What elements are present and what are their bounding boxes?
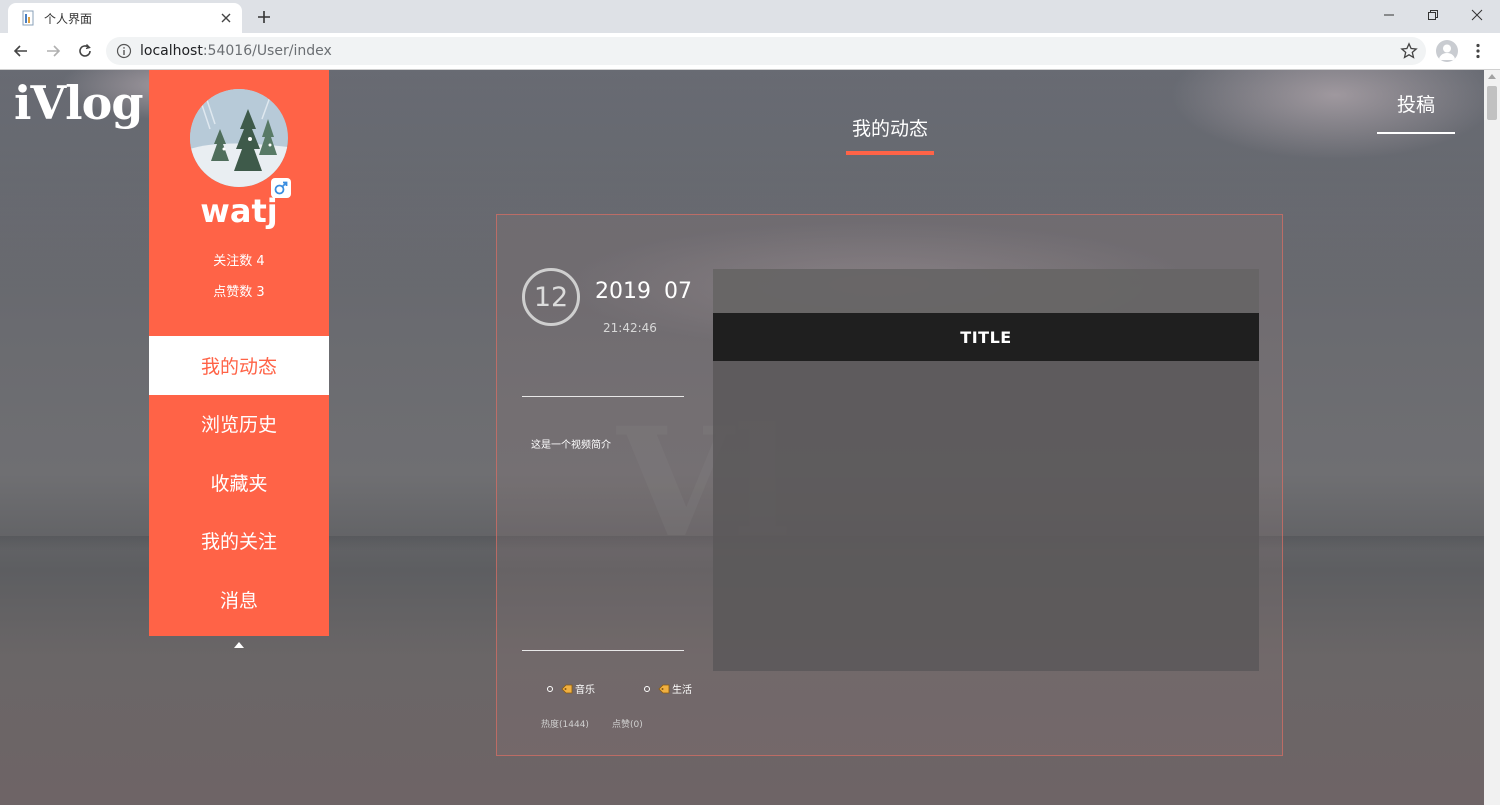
sidebar-item-favorites[interactable]: 收藏夹 bbox=[149, 453, 329, 512]
tag-icon bbox=[658, 684, 670, 694]
tag-label: 生活 bbox=[672, 685, 692, 696]
tab-title: 个人界面 bbox=[44, 11, 93, 26]
url-host: localhost bbox=[140, 43, 203, 59]
avatar[interactable] bbox=[190, 89, 288, 187]
browser-tab-strip: 个人界面 bbox=[0, 0, 1500, 33]
minimize-icon[interactable] bbox=[1366, 0, 1412, 30]
divider bbox=[522, 396, 684, 397]
video-title: TITLE bbox=[713, 313, 1259, 361]
post-time: 21:42:46 bbox=[603, 321, 657, 335]
tag-label: 音乐 bbox=[575, 685, 595, 696]
info-icon[interactable] bbox=[116, 43, 132, 59]
post-likes[interactable]: 点赞(0) bbox=[612, 717, 643, 730]
page-scrollbar[interactable] bbox=[1484, 70, 1500, 805]
profile-sidebar: watj 关注数 4 点赞数 3 我的动态 浏览历史 收藏夹 我的关注 消息 bbox=[149, 70, 329, 636]
document-icon bbox=[20, 10, 36, 26]
close-icon[interactable] bbox=[216, 8, 236, 28]
bookmark-star-icon[interactable] bbox=[1400, 42, 1418, 60]
back-icon[interactable] bbox=[9, 39, 33, 63]
submit-button[interactable]: 投稿 bbox=[1377, 90, 1455, 117]
tag-item[interactable]: 音乐 bbox=[547, 681, 595, 696]
tag-item[interactable]: 生活 bbox=[644, 681, 692, 696]
restore-icon[interactable] bbox=[1410, 0, 1456, 30]
forward-icon[interactable] bbox=[41, 39, 65, 63]
post-day: 12 bbox=[522, 268, 580, 326]
menu-kebab-icon[interactable] bbox=[1468, 41, 1488, 61]
browser-toolbar: localhost :54016/User/index bbox=[0, 33, 1500, 70]
video-player[interactable]: TITLE bbox=[713, 269, 1259, 671]
like-count[interactable]: 点赞数 3 bbox=[149, 281, 329, 300]
submit-underline bbox=[1377, 132, 1455, 134]
url-path: :54016/User/index bbox=[202, 43, 332, 59]
address-bar[interactable]: localhost :54016/User/index bbox=[106, 37, 1426, 65]
post-card: Vl 12 2019 07 21:42:46 这是一个视频简介 音乐 生活 热度… bbox=[496, 214, 1283, 756]
scroll-thumb[interactable] bbox=[1487, 86, 1497, 120]
post-description: 这是一个视频简介 bbox=[531, 440, 611, 451]
post-tags: 音乐 生活 bbox=[547, 681, 747, 697]
tab-my-activity[interactable]: 我的动态 bbox=[846, 114, 934, 141]
tag-icon bbox=[561, 684, 573, 694]
sidebar-item-my-activity[interactable]: 我的动态 bbox=[149, 336, 329, 395]
post-heat: 热度(1444) bbox=[541, 720, 589, 730]
new-tab-button[interactable] bbox=[252, 5, 276, 29]
video-top-area bbox=[713, 269, 1259, 313]
sidebar-item-following[interactable]: 我的关注 bbox=[149, 512, 329, 571]
sidebar-item-history[interactable]: 浏览历史 bbox=[149, 395, 329, 454]
username: watj bbox=[200, 192, 278, 230]
profile-avatar-icon[interactable] bbox=[1436, 40, 1458, 62]
browser-tab[interactable]: 个人界面 bbox=[8, 3, 242, 33]
follow-count[interactable]: 关注数 4 bbox=[149, 250, 329, 269]
site-logo[interactable]: iVlog bbox=[14, 76, 143, 130]
bullet-icon bbox=[547, 685, 553, 692]
close-window-icon[interactable] bbox=[1454, 0, 1500, 30]
scroll-up-icon[interactable] bbox=[1488, 74, 1496, 79]
post-year-month: 2019 07 bbox=[595, 279, 692, 304]
active-tab-indicator bbox=[846, 151, 934, 155]
divider bbox=[522, 650, 684, 651]
sidebar-menu: 我的动态 浏览历史 收藏夹 我的关注 消息 bbox=[149, 336, 329, 629]
bullet-icon bbox=[644, 685, 650, 692]
sidebar-item-messages[interactable]: 消息 bbox=[149, 570, 329, 629]
collapse-caret-icon[interactable] bbox=[234, 642, 244, 648]
page-viewport: iVlog watj 关注数 4 点赞数 3 我的动态 浏览历史 收藏夹 我的关… bbox=[0, 70, 1484, 805]
reload-icon[interactable] bbox=[73, 39, 97, 63]
